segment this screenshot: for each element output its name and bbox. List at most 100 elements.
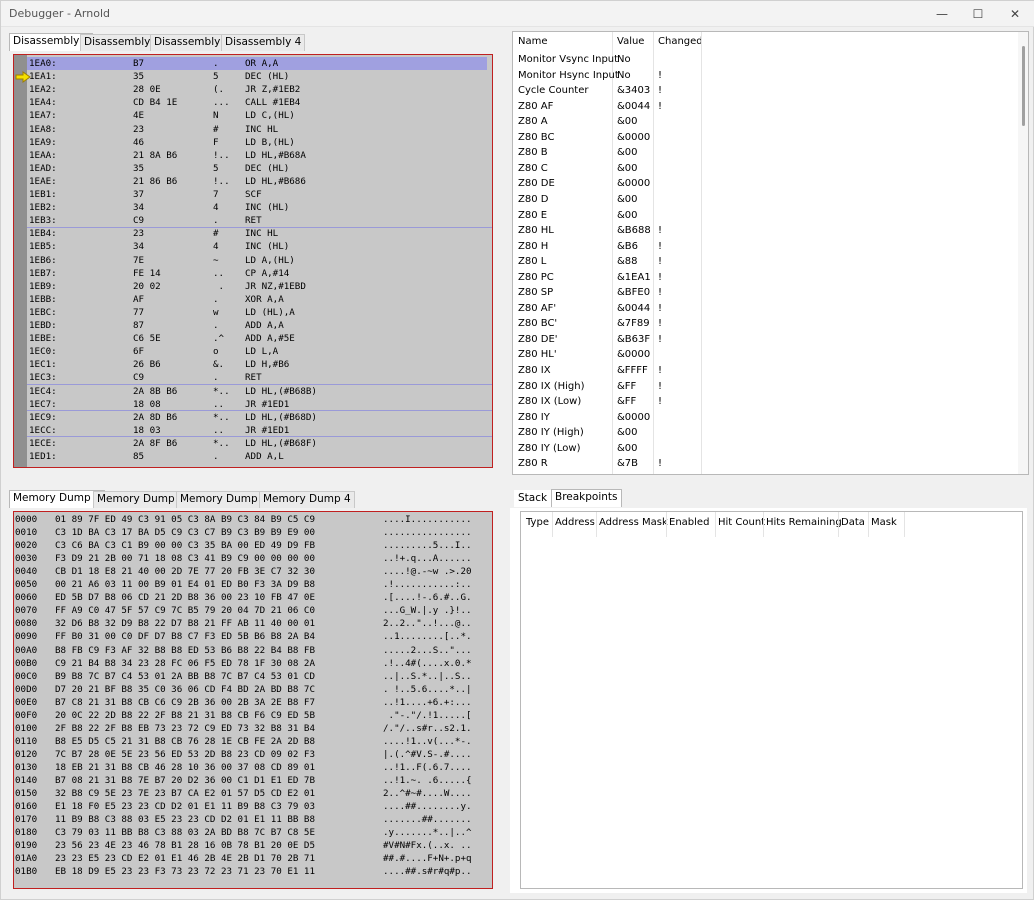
memory-row[interactable]: 00B0 C9 21 B4 B8 34 23 28 FC 06 F5 ED 78 … xyxy=(14,657,492,670)
register-row[interactable]: Monitor Vsync Input No xyxy=(513,52,1028,68)
register-row[interactable]: Z80 AF &0044! xyxy=(513,99,1028,115)
register-row[interactable]: Z80 HL &B688! xyxy=(513,223,1028,239)
column-header-address[interactable]: Address xyxy=(555,517,595,528)
memory-row[interactable]: 0010 C3 1D BA C3 17 BA D5 C9 C3 C7 B9 C3 … xyxy=(14,526,492,539)
disassembly-row[interactable]: 1EAE: 21 86 B6!.. LD HL,#B686 xyxy=(14,175,492,188)
column-header-hits-remaining[interactable]: Hits Remaining xyxy=(766,517,842,528)
memory-row[interactable]: 0120 7C B7 28 0E 5E 23 56 ED 53 2D B8 23 … xyxy=(14,748,492,761)
breakpoint-list[interactable]: Type Address Address Mask Enabled Hit Count H… xyxy=(520,511,1023,889)
tab-stack[interactable]: Stack xyxy=(514,490,552,507)
disassembly-row[interactable]: 1EC3: C9. RET xyxy=(14,371,492,384)
disassembly-row[interactable]: 1EA8: 23 # INC HL xyxy=(14,123,492,136)
register-row[interactable]: Z80 E &00 xyxy=(513,208,1028,224)
disassembly-row[interactable]: 1EA0: B7. OR A,A xyxy=(27,57,487,70)
disassembly-row[interactable]: 1EB4: 23 # INC HL xyxy=(14,227,492,240)
memory-row[interactable]: 0060 ED 5B D7 B8 06 CD 21 2D B8 36 00 23 … xyxy=(14,591,492,604)
register-list[interactable]: Name Value Changed Monitor Vsync Input No… xyxy=(512,31,1029,475)
disassembly-row[interactable]: 1EB7: FE 14.. CP A,#14 xyxy=(14,267,492,280)
memory-row[interactable]: 00F0 20 0C 22 2D B8 22 2F B8 21 31 B8 CB … xyxy=(14,709,492,722)
maximize-button[interactable]: ☐ xyxy=(961,3,995,25)
memory-row[interactable]: 0080 32 D6 B8 32 D9 B8 22 D7 B8 21 FF AB … xyxy=(14,617,492,630)
disassembly-row[interactable]: 1EB2: 34 4 INC (HL) xyxy=(14,201,492,214)
register-row[interactable]: Z80 IY &0000 xyxy=(513,410,1028,426)
memory-row[interactable]: 0040 CB D1 18 E8 21 40 00 2D 7E 77 20 FB … xyxy=(14,565,492,578)
register-row[interactable]: Z80 DE' &B63F! xyxy=(513,332,1028,348)
column-header-address-mask[interactable]: Address Mask xyxy=(599,517,668,528)
column-header-mask[interactable]: Mask xyxy=(871,517,897,528)
tab-disassembly-4[interactable]: Disassembly 4 xyxy=(221,34,306,51)
register-row[interactable]: Cycle Counter &3403! xyxy=(513,83,1028,99)
close-button[interactable]: ✕ xyxy=(998,3,1032,25)
memory-row[interactable]: 0020 C3 C6 BA C3 C1 B9 00 00 C3 35 BA 00 … xyxy=(14,539,492,552)
memory-row[interactable]: 0160 E1 18 F0 E5 23 23 CD D2 01 E1 11 B9 … xyxy=(14,800,492,813)
disassembly-row[interactable]: 1EAA: 21 8A B6!.. LD HL,#B68A xyxy=(14,149,492,162)
memory-row[interactable]: 0190 23 56 23 4E 23 46 78 B1 28 16 0B 78 … xyxy=(14,839,492,852)
register-row[interactable]: Z80 BC &0000 xyxy=(513,130,1028,146)
disassembly-row[interactable]: 1EB3: C9. RET xyxy=(14,214,492,227)
disassembly-row[interactable]: 1EAD: 35 5 DEC (HL) xyxy=(14,162,492,175)
disassembly-row[interactable]: 1ECE: 2A 8F B6 *.. LD HL,(#B68F) xyxy=(14,437,492,450)
memory-row[interactable]: 0070 FF A9 C0 47 5F 57 C9 7C B5 79 20 04 … xyxy=(14,604,492,617)
memory-row[interactable]: 01A0 23 23 E5 23 CD E2 01 E1 46 2B 4E 2B … xyxy=(14,852,492,865)
memory-row[interactable]: 00D0 D7 20 21 BF B8 35 C0 36 06 CD F4 BD … xyxy=(14,683,492,696)
register-row[interactable]: Z80 IX (High) &FF! xyxy=(513,379,1028,395)
memory-row[interactable]: 00A0 B8 FB C9 F3 AF 32 B8 B8 ED 53 B6 B8 … xyxy=(14,644,492,657)
memory-row[interactable]: 0100 2F B8 22 2F B8 EB 73 23 72 C9 ED 73 … xyxy=(14,722,492,735)
register-row[interactable]: Z80 A &00 xyxy=(513,114,1028,130)
memory-row[interactable]: 0110 B8 E5 D5 C5 21 31 B8 CB 76 28 1E CB … xyxy=(14,735,492,748)
column-header-hit-count[interactable]: Hit Count xyxy=(718,517,765,528)
memory-row[interactable]: 00C0 B9 B8 7C B7 C4 53 01 2A BB B8 7C B7 … xyxy=(14,670,492,683)
register-row[interactable]: Z80 H &B6! xyxy=(513,239,1028,255)
memory-row[interactable]: 0180 C3 79 03 11 BB B8 C3 88 03 2A BD B8 … xyxy=(14,826,492,839)
disassembly-row[interactable]: 1EC0: 6F o LD L,A xyxy=(14,345,492,358)
minimize-button[interactable]: — xyxy=(925,3,959,25)
memory-row[interactable]: 00E0 B7 C8 21 31 B8 CB C6 C9 2B 36 00 2B … xyxy=(14,696,492,709)
register-row[interactable]: Z80 IY (Low) &00 xyxy=(513,441,1028,457)
register-row[interactable]: Z80 D &00 xyxy=(513,192,1028,208)
disassembly-row[interactable]: 1EBB: AF. XOR A,A xyxy=(14,293,492,306)
memory-row[interactable]: 0000 01 89 7F ED 49 C3 91 05 C3 8A B9 C3 … xyxy=(14,513,492,526)
memory-row[interactable]: 01B0 EB 18 D9 E5 23 23 F3 73 23 72 23 71 … xyxy=(14,865,492,878)
memory-row[interactable]: 0140 B7 08 21 31 B8 7E B7 20 D2 36 00 C1 … xyxy=(14,774,492,787)
memory-row[interactable]: 0150 32 B8 C9 5E 23 7E 23 B7 CA E2 01 57 … xyxy=(14,787,492,800)
column-header-data[interactable]: Data xyxy=(841,517,865,528)
disassembly-row[interactable]: 1ECC: 18 03.. JR #1ED1 xyxy=(14,424,492,437)
memory-dump-view[interactable]: 0000 01 89 7F ED 49 C3 91 05 C3 8A B9 C3 … xyxy=(13,511,493,889)
column-header-name[interactable]: Name xyxy=(518,36,548,47)
disassembly-row[interactable]: 1EC9: 2A 8D B6 *.. LD HL,(#B68D) xyxy=(14,411,492,424)
disassembly-row[interactable]: 1EB6: 7E ~ LD A,(HL) xyxy=(14,254,492,267)
disassembly-row[interactable]: 1EA9: 46 F LD B,(HL) xyxy=(14,136,492,149)
register-row[interactable]: Z80 C &00 xyxy=(513,161,1028,177)
disassembly-row[interactable]: 1ED1: 85. ADD A,L xyxy=(14,450,492,463)
memory-row[interactable]: 0050 00 21 A6 03 11 00 B9 01 E4 01 ED B0 … xyxy=(14,578,492,591)
disassembly-row[interactable]: 1EBD: 87. ADD A,A xyxy=(14,319,492,332)
tab-memory-dump-3[interactable]: Memory Dump 3 xyxy=(176,491,272,508)
memory-row[interactable]: 0130 18 EB 21 31 B8 CB 46 28 10 36 00 37 … xyxy=(14,761,492,774)
register-row[interactable]: Z80 IY (High) &00 xyxy=(513,425,1028,441)
register-row[interactable]: Z80 AF' &0044! xyxy=(513,301,1028,317)
register-row[interactable]: Z80 IX (Low) &FF! xyxy=(513,394,1028,410)
memory-row[interactable]: 0030 F3 D9 21 2B 00 71 18 08 C3 41 B9 C9 … xyxy=(14,552,492,565)
disassembly-row[interactable]: 1EC7: 18 08.. JR #1ED1 xyxy=(14,398,492,411)
register-row[interactable]: Z80 HL' &0000 xyxy=(513,347,1028,363)
column-header-enabled[interactable]: Enabled xyxy=(669,517,709,528)
register-row[interactable]: Z80 PC &1EA1! xyxy=(513,270,1028,286)
register-row[interactable]: Z80 BC' &7F89! xyxy=(513,316,1028,332)
register-row[interactable]: Z80 B &00 xyxy=(513,145,1028,161)
disassembly-row[interactable]: 1EB5: 34 4 INC (HL) xyxy=(14,240,492,253)
disassembly-row[interactable]: 1EB9: 20 02 . JR NZ,#1EBD xyxy=(14,280,492,293)
register-row[interactable]: Z80 IX &FFFF! xyxy=(513,363,1028,379)
disassembly-row[interactable]: 1EBE: C6 5E .^ ADD A,#5E xyxy=(14,332,492,345)
register-row[interactable]: Z80 SP &BFE0! xyxy=(513,285,1028,301)
tab-memory-dump-4[interactable]: Memory Dump 4 xyxy=(259,491,355,508)
disassembly-view[interactable]: 1EA0: B7. OR A,A 1EA1: 35 5 DEC (HL) 1EA2: 28 0E… xyxy=(13,54,493,468)
memory-row[interactable]: 0090 FF B0 31 00 C0 DF D7 B8 C7 F3 ED 5B … xyxy=(14,630,492,643)
tab-breakpoints[interactable]: Breakpoints xyxy=(551,489,622,507)
memory-row[interactable]: 0170 11 B9 B8 C3 88 03 E5 23 23 CD D2 01 … xyxy=(14,813,492,826)
register-row[interactable]: Z80 L &88! xyxy=(513,254,1028,270)
disassembly-row[interactable]: 1EA7: 4E N LD C,(HL) xyxy=(14,109,492,122)
tab-memory-dump-1[interactable]: Memory Dump 1 xyxy=(9,490,105,508)
register-row[interactable]: Monitor Hsync Input No! xyxy=(513,68,1028,84)
tab-memory-dump-2[interactable]: Memory Dump 2 xyxy=(93,491,189,508)
disassembly-row[interactable]: 1EB1: 37 7 SCF xyxy=(14,188,492,201)
